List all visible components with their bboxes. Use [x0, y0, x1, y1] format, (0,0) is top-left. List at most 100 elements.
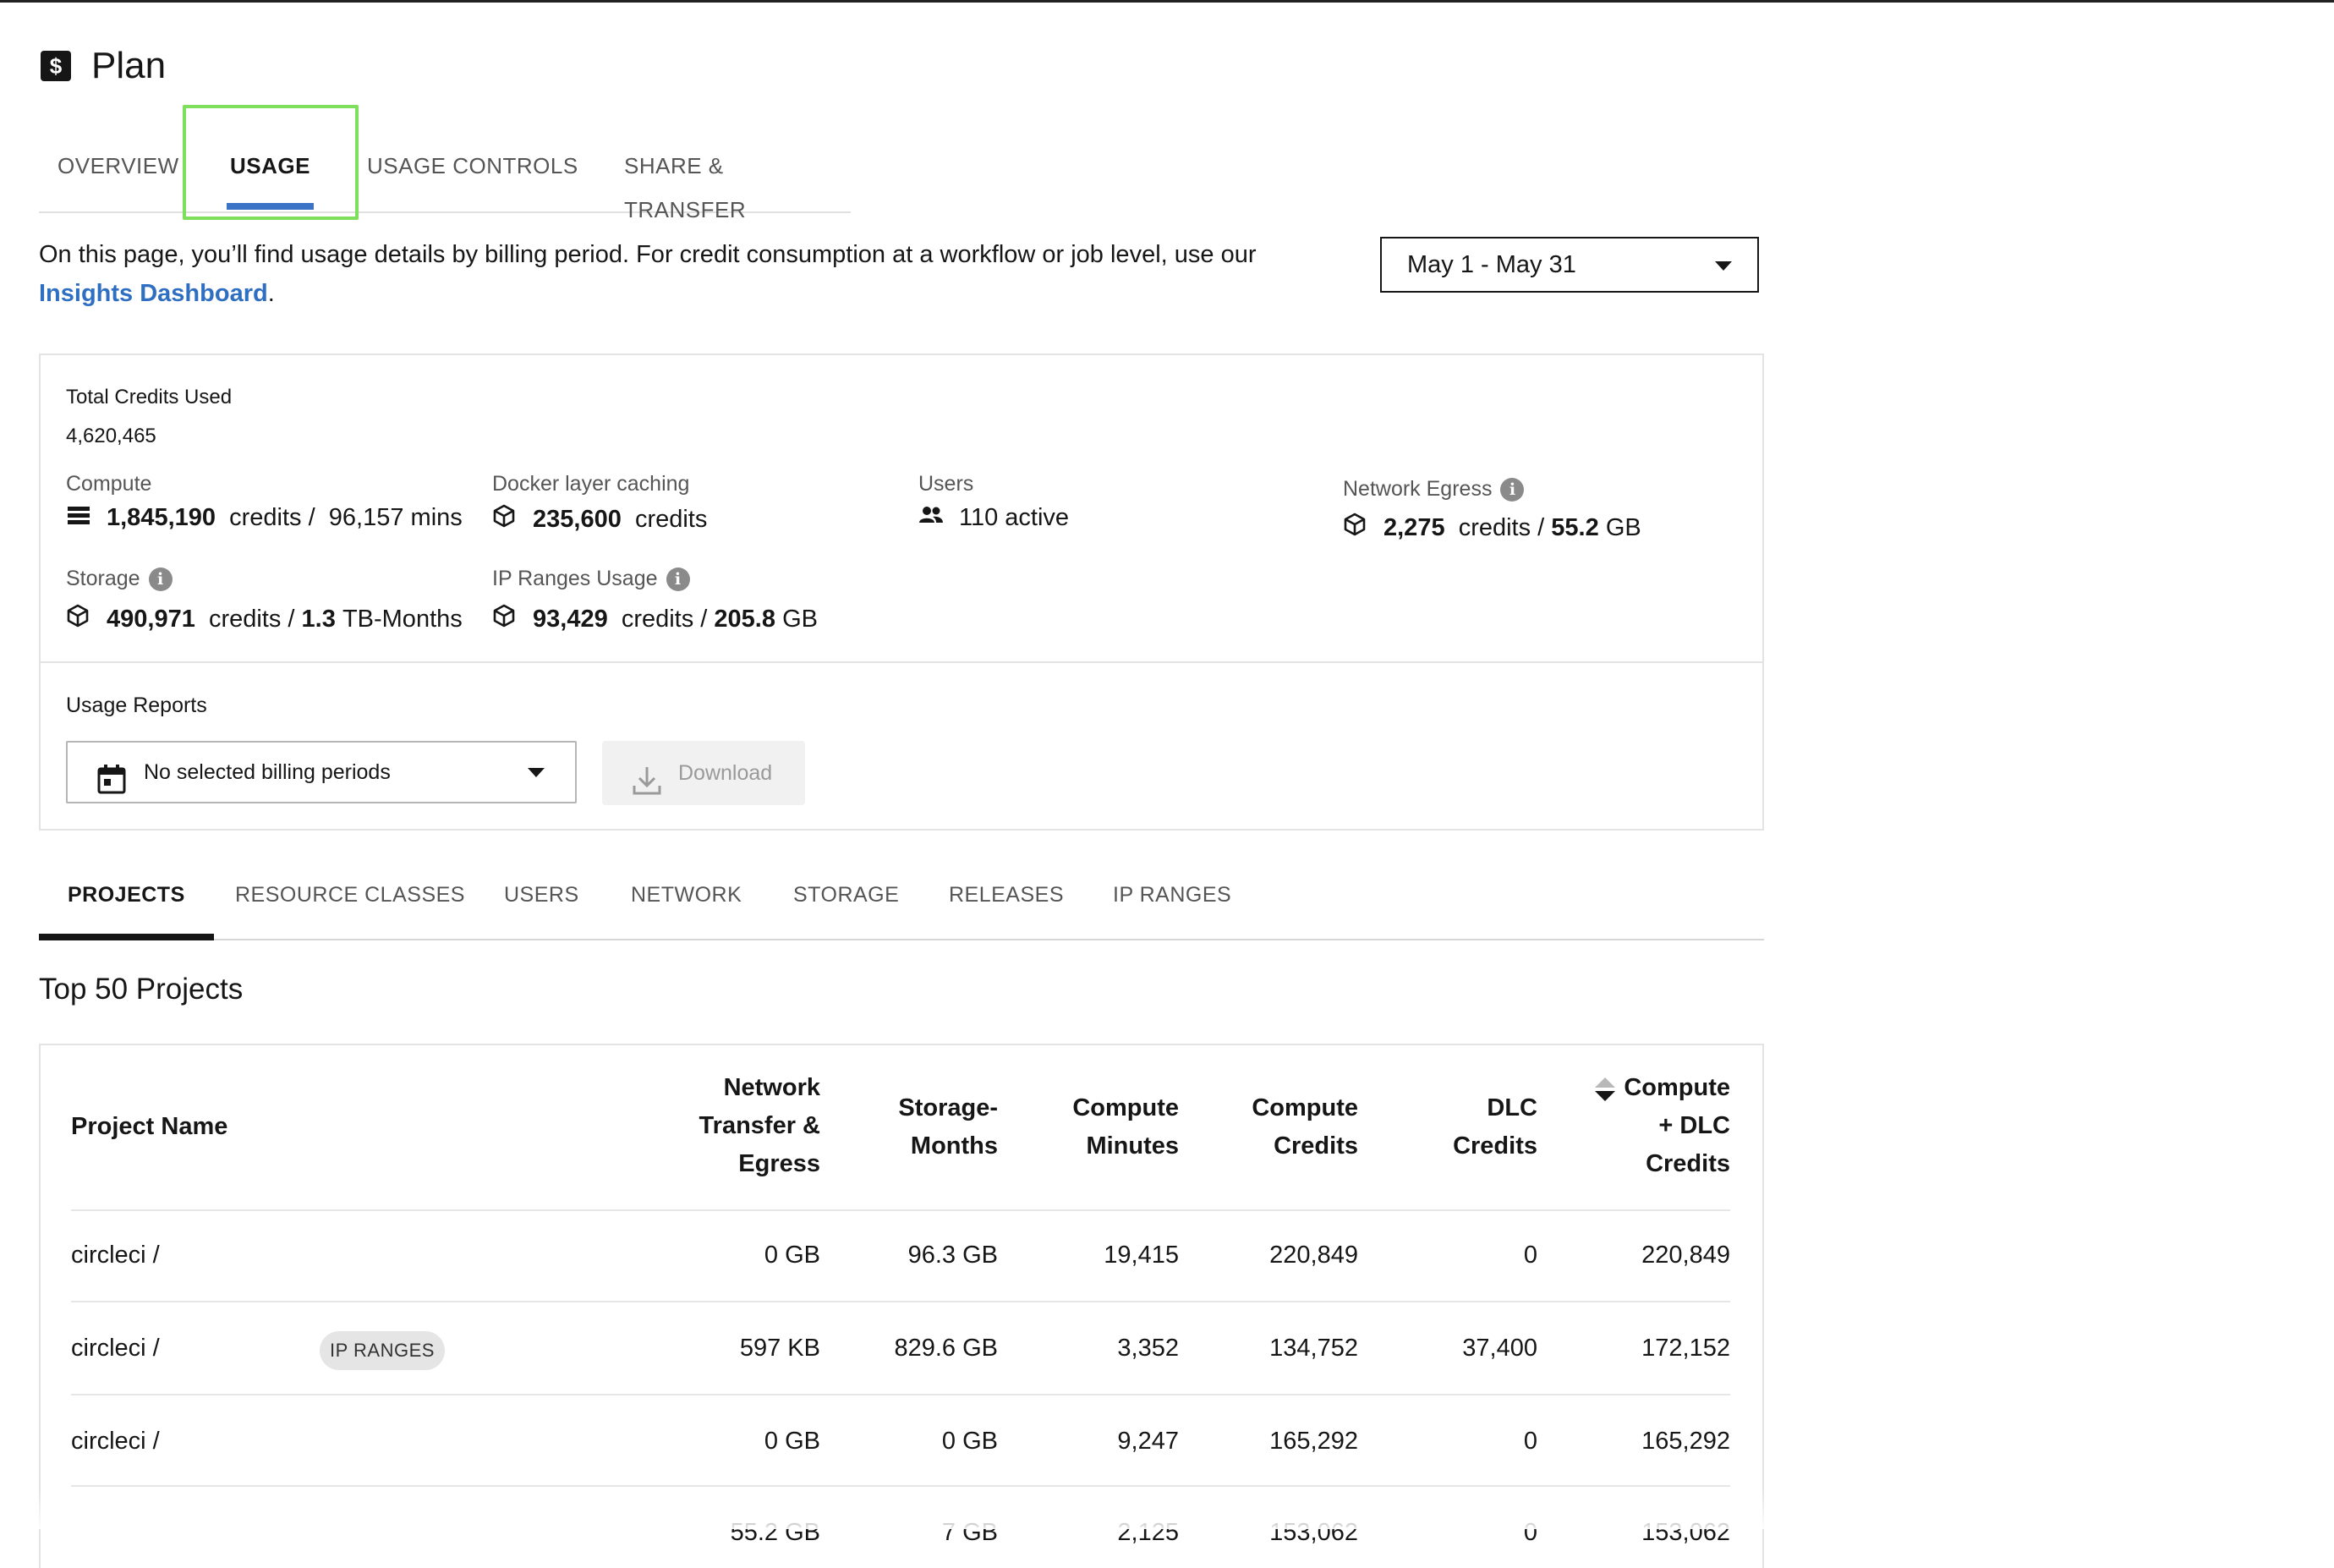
egress-amount: 55.2: [1551, 513, 1599, 541]
total-credits-value: 4,620,465: [66, 425, 156, 447]
column-header-compute-credits[interactable]: Compute Credits: [1201, 1089, 1358, 1165]
tab-overview[interactable]: OVERVIEW: [58, 144, 179, 210]
compute-credits: 1,845,190: [107, 504, 216, 531]
dlc-label: Docker layer caching: [492, 472, 690, 496]
tab-usage-controls[interactable]: USAGE CONTROLS: [367, 144, 578, 210]
column-header-line: Transfer &: [699, 1112, 820, 1139]
tab-releases[interactable]: RELEASES: [949, 861, 1064, 939]
users-active: 110 active: [959, 504, 1070, 531]
storage-amount-unit: TB-Months: [342, 605, 463, 633]
network-egress-label-text: Network Egress: [1343, 477, 1493, 501]
ip-ranges-credits: 93,429: [533, 605, 608, 633]
network-egress-label: Network Egress i: [1343, 477, 1525, 502]
storage-amount: 1.3: [301, 605, 336, 633]
storage-value: 490,971 credits / 1.3 TB-Months: [66, 604, 463, 634]
ip-ranges-amount-unit: GB: [782, 605, 818, 633]
table-cell: 37,400: [1462, 1335, 1537, 1362]
info-icon[interactable]: i: [666, 567, 690, 592]
compute-value: 1,845,190 credits / 96,157 mins: [66, 504, 463, 532]
dlc-credits: 235,600: [533, 505, 622, 533]
dlc-value: 235,600 credits: [492, 504, 707, 535]
table-cell: 165,292: [1641, 1428, 1730, 1455]
users-label: Users: [918, 472, 974, 496]
storage-label: Storage i: [66, 567, 173, 592]
table-cell: 134,752: [1269, 1335, 1358, 1362]
ip-ranges-label-text: IP Ranges Usage: [492, 567, 658, 590]
table-cell: 19,415: [1104, 1242, 1179, 1269]
column-header-compute-minutes[interactable]: Compute Minutes: [1023, 1089, 1179, 1165]
info-icon[interactable]: i: [1500, 478, 1525, 502]
list-icon: [66, 504, 91, 532]
tab-projects[interactable]: PROJECTS: [39, 861, 214, 940]
row-divider: [71, 1394, 1730, 1395]
tab-network[interactable]: NETWORK: [631, 861, 742, 939]
sort-descending-icon[interactable]: [1593, 1076, 1617, 1103]
table-cell: 0 GB: [764, 1242, 820, 1269]
tab-resource-classes[interactable]: RESOURCE CLASSES: [235, 861, 465, 939]
tab-share-transfer[interactable]: SHARE & TRANSFER: [624, 144, 851, 222]
cube-icon: [492, 504, 518, 535]
dlc-credits-unit: credits: [634, 505, 708, 533]
section-title: Top 50 Projects: [39, 973, 244, 1006]
billing-periods-select[interactable]: No selected billing periods: [66, 741, 577, 803]
column-header-project-name[interactable]: Project Name: [71, 1108, 227, 1146]
column-header-compute-dlc-credits[interactable]: Compute + DLC Credits: [1624, 1069, 1730, 1183]
page-title: Plan: [91, 45, 167, 86]
compute-mins: 96,157 mins: [328, 504, 463, 531]
download-button[interactable]: Download: [602, 741, 805, 805]
column-header-line: Network: [723, 1074, 820, 1101]
project-name-cell[interactable]: circleci /: [71, 1238, 160, 1272]
table-cell: 220,849: [1641, 1242, 1730, 1269]
table-cell: 96.3 GB: [907, 1242, 998, 1269]
window-top-border: [0, 0, 2334, 3]
project-name-cell[interactable]: circleci /: [71, 1424, 160, 1458]
table-cell: 3,352: [1117, 1335, 1179, 1362]
project-name-cell[interactable]: circleci /: [71, 1331, 160, 1365]
ip-ranges-amount: 205.8: [714, 605, 775, 633]
column-header-dlc-credits[interactable]: DLC Credits: [1387, 1089, 1537, 1165]
billing-period-select[interactable]: May 1 - May 31: [1380, 237, 1759, 293]
billing-periods-value: No selected billing periods: [144, 760, 391, 784]
row-divider: [71, 1301, 1730, 1302]
info-icon[interactable]: i: [148, 567, 173, 592]
storage-label-text: Storage: [66, 567, 140, 590]
table-cell: 829.6 GB: [894, 1335, 998, 1362]
table-cell: 0 GB: [941, 1428, 998, 1455]
egress-credits-unit: credits /: [1458, 513, 1545, 541]
row-divider: [71, 1485, 1730, 1487]
tab-storage[interactable]: STORAGE: [793, 861, 899, 939]
intro-text: On this page, you’ll find usage details …: [39, 235, 1358, 313]
column-header-line: Months: [910, 1132, 998, 1160]
insights-dashboard-link[interactable]: Insights Dashboard: [39, 280, 268, 307]
cube-icon: [1343, 513, 1368, 543]
egress-credits: 2,275: [1383, 513, 1445, 541]
table-cell: 172,152: [1641, 1335, 1730, 1362]
column-header-storage-months[interactable]: Storage- Months: [846, 1089, 998, 1165]
compute-label: Compute: [66, 472, 152, 496]
table-cell: 9,247: [1117, 1428, 1179, 1455]
card-divider: [41, 661, 1762, 663]
column-header-line: Compute: [1072, 1094, 1179, 1121]
ip-ranges-value: 93,429 credits / 205.8 GB: [492, 604, 818, 634]
column-header-line: Credits: [1646, 1150, 1730, 1177]
column-header-line: Credits: [1274, 1132, 1358, 1160]
bottom-fade: [0, 1489, 2334, 1529]
highlight-box: [183, 105, 359, 220]
download-label: Download: [678, 761, 773, 785]
billing-period-value: May 1 - May 31: [1407, 251, 1576, 278]
top-tabs: OVERVIEW USAGE USAGE CONTROLS SHARE & TR…: [39, 144, 851, 222]
column-header-line: Compute: [1624, 1074, 1730, 1101]
tab-users[interactable]: USERS: [504, 861, 579, 939]
ip-ranges-label: IP Ranges Usage i: [492, 567, 690, 592]
caret-down-icon: [528, 768, 545, 777]
total-credits-label: Total Credits Used: [66, 386, 233, 408]
cube-icon: [66, 604, 91, 634]
column-header-line: Egress: [738, 1150, 820, 1177]
tab-ip-ranges[interactable]: IP RANGES: [1113, 861, 1231, 939]
calendar-icon: [96, 758, 127, 794]
column-header-line: Compute: [1252, 1094, 1358, 1121]
usage-sub-tabs: PROJECTS RESOURCE CLASSES USERS NETWORK …: [39, 861, 1764, 940]
egress-amount-unit: GB: [1605, 513, 1641, 541]
column-header-network[interactable]: Network Transfer & Egress: [660, 1069, 820, 1183]
usage-reports-label: Usage Reports: [66, 694, 207, 717]
